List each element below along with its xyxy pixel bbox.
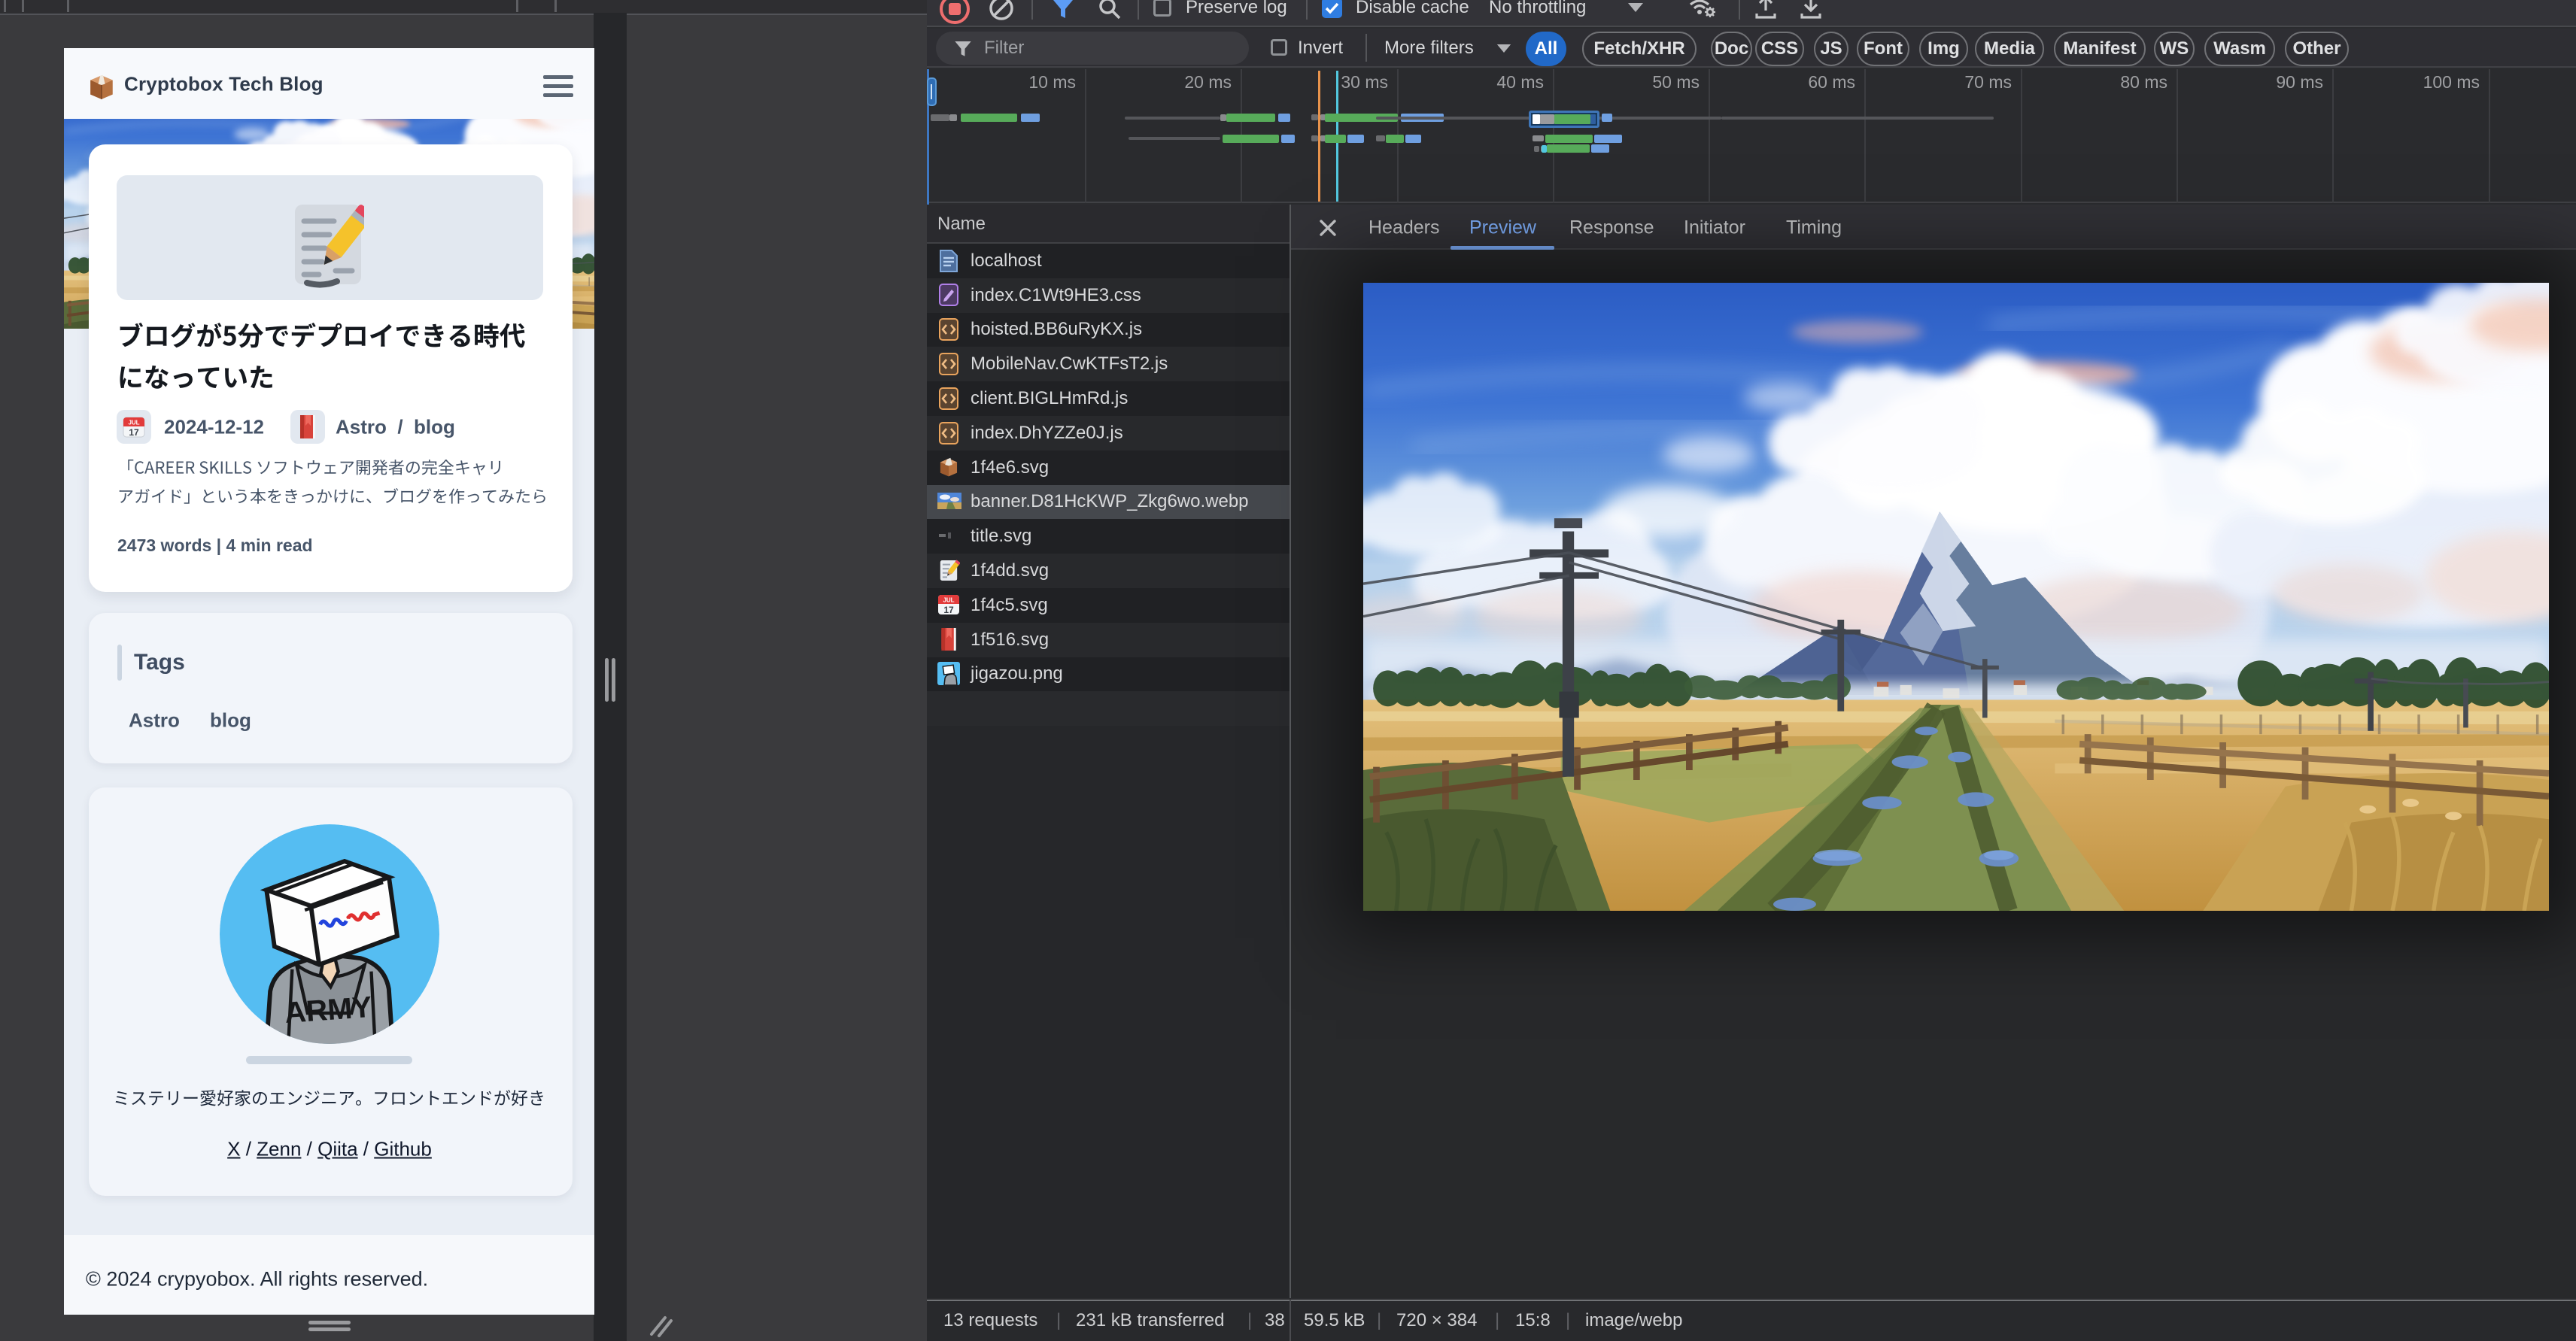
svg-text:JUL: JUL: [128, 420, 139, 426]
svg-text:17: 17: [129, 427, 139, 438]
svg-text:JUL: JUL: [943, 597, 954, 604]
svg-text:ARMY: ARMY: [284, 991, 373, 1030]
svg-text:17: 17: [943, 605, 954, 615]
